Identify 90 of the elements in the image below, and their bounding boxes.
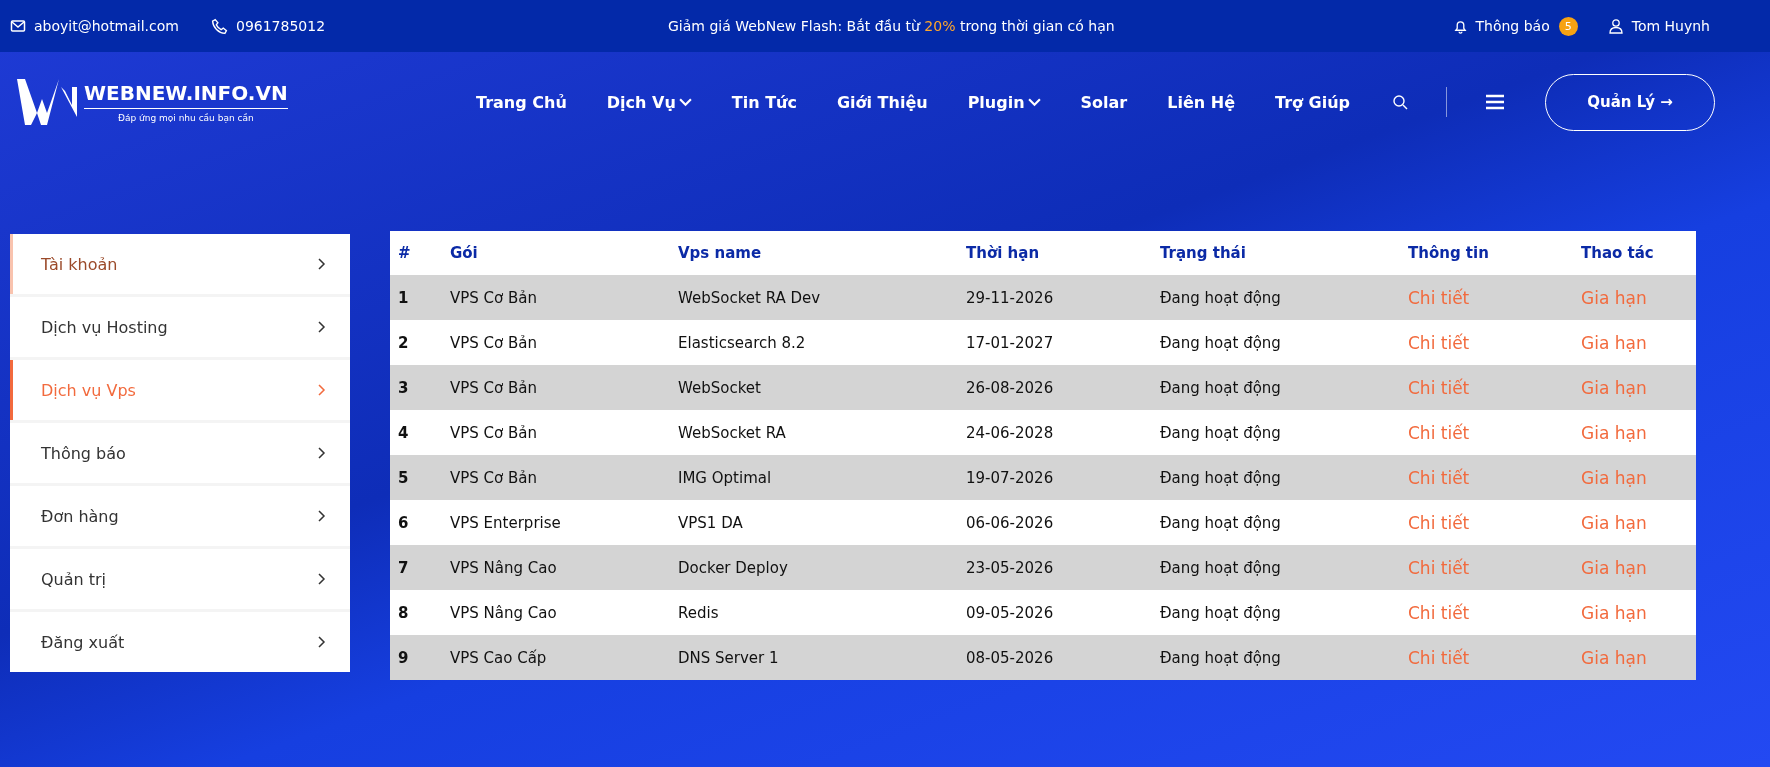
logo-icon xyxy=(16,79,78,125)
table-cell: VPS Cơ Bản xyxy=(442,410,670,455)
menu-icon[interactable] xyxy=(1485,94,1506,110)
table-cell: VPS1 DA xyxy=(670,500,958,545)
nav-link[interactable]: Trợ Giúp xyxy=(1275,92,1351,112)
nav-link[interactable]: Liên Hệ xyxy=(1167,92,1235,112)
column-header: Vps name xyxy=(670,231,958,275)
table-cell: VPS Cơ Bản xyxy=(442,365,670,410)
table-cell: 3 xyxy=(390,365,442,410)
sidebar-item[interactable]: Thông báo xyxy=(10,423,350,483)
table-cell: WebSocket xyxy=(670,365,958,410)
table-cell: VPS Cơ Bản xyxy=(442,320,670,365)
table-cell: VPS Nâng Cao xyxy=(442,590,670,635)
table-cell: 19-07-2026 xyxy=(958,455,1152,500)
chevron-right-icon xyxy=(318,573,326,585)
nav-link[interactable]: Trang Chủ xyxy=(476,92,567,112)
table-cell: VPS Cơ Bản xyxy=(442,275,670,320)
chevron-right-icon xyxy=(318,510,326,522)
table-cell: Docker Deploy xyxy=(670,545,958,590)
notification-count: 5 xyxy=(1558,16,1578,36)
phone-link[interactable]: 0961785012 xyxy=(236,18,326,34)
column-header: Thời hạn xyxy=(958,231,1152,275)
promo-text: Giảm giá WebNew Flash: Bắt đầu từ 20% trong thời gian có hạn xyxy=(668,18,1116,34)
table-cell: IMG Optimal xyxy=(670,455,958,500)
search-icon[interactable] xyxy=(1392,94,1409,110)
table-cell: VPS Cao Cấp xyxy=(442,635,670,680)
table-cell: 6 xyxy=(390,500,442,545)
nav-link[interactable]: Solar xyxy=(1080,92,1128,112)
column-header: Thông tin xyxy=(1400,231,1573,275)
sidebar-item[interactable]: Đăng xuất xyxy=(10,612,350,672)
table-cell: WebSocket RA xyxy=(670,410,958,455)
table-cell: 17-01-2027 xyxy=(958,320,1152,365)
sidebar-item[interactable]: Tài khoản xyxy=(10,234,350,294)
user-icon xyxy=(1607,18,1624,34)
table-cell: Redis xyxy=(670,590,958,635)
nav-link[interactable]: Plugin xyxy=(967,92,1041,112)
table-cell: VPS Nâng Cao xyxy=(442,545,670,590)
table-cell: 29-11-2026 xyxy=(958,275,1152,320)
table-cell: 4 xyxy=(390,410,442,455)
table-cell: 1 xyxy=(390,275,442,320)
sidebar-item[interactable]: Quản trị xyxy=(10,549,350,609)
table-cell: Đang hoạt động xyxy=(1152,500,1400,545)
bell-icon xyxy=(1452,18,1468,34)
column-header: Thao tác xyxy=(1573,231,1696,275)
email-link[interactable]: aboyit@hotmail.com xyxy=(34,18,179,34)
sidebar-item[interactable]: Dịch vụ Hosting xyxy=(10,297,350,357)
notifications-link[interactable]: Thông báo xyxy=(1475,18,1550,34)
nav-link[interactable]: Giới Thiệu xyxy=(836,92,928,112)
chevron-right-icon xyxy=(318,321,326,333)
table-cell: 24-06-2028 xyxy=(958,410,1152,455)
chevron-down-icon xyxy=(1027,97,1041,107)
table-cell: Đang hoạt động xyxy=(1152,410,1400,455)
chevron-right-icon xyxy=(318,258,326,270)
table-cell: Đang hoạt động xyxy=(1152,545,1400,590)
table-cell: Đang hoạt động xyxy=(1152,635,1400,680)
table-cell: Elasticsearch 8.2 xyxy=(670,320,958,365)
table-cell: 23-05-2026 xyxy=(958,545,1152,590)
column-header: Trạng thái xyxy=(1152,231,1400,275)
table-cell: 08-05-2026 xyxy=(958,635,1152,680)
nav-link[interactable]: Dịch Vụ xyxy=(606,92,692,112)
table-cell: 26-08-2026 xyxy=(958,365,1152,410)
table-cell: WebSocket RA Dev xyxy=(670,275,958,320)
table-cell: Đang hoạt động xyxy=(1152,455,1400,500)
table-cell: Đang hoạt động xyxy=(1152,365,1400,410)
column-header: # xyxy=(390,231,442,275)
chevron-right-icon xyxy=(318,384,326,396)
phone-icon xyxy=(211,17,228,35)
table-cell: DNS Server 1 xyxy=(670,635,958,680)
table-cell: 06-06-2026 xyxy=(958,500,1152,545)
table-cell: Đang hoạt động xyxy=(1152,590,1400,635)
table-cell: 09-05-2026 xyxy=(958,590,1152,635)
nav-link[interactable]: Tin Tức xyxy=(731,92,797,112)
logo-tagline: Đáp ứng mọi nhu cầu bạn cần xyxy=(117,113,255,123)
table-cell: 2 xyxy=(390,320,442,365)
table-cell: 9 xyxy=(390,635,442,680)
user-link[interactable]: Tom Huynh xyxy=(1631,18,1710,34)
table-cell: 5 xyxy=(390,455,442,500)
table-cell: Đang hoạt động xyxy=(1152,275,1400,320)
column-header: Gói xyxy=(442,231,670,275)
mail-icon xyxy=(10,18,26,34)
table-cell: Đang hoạt động xyxy=(1152,320,1400,365)
chevron-right-icon xyxy=(318,636,326,648)
sidebar-item[interactable]: Đơn hàng xyxy=(10,486,350,546)
table-cell: VPS Enterprise xyxy=(442,500,670,545)
table-cell: VPS Cơ Bản xyxy=(442,455,670,500)
logo-title: WEBNEW.INFO.VN xyxy=(84,81,288,109)
chevron-down-icon xyxy=(678,97,692,107)
table-cell: 7 xyxy=(390,545,442,590)
table-cell: 8 xyxy=(390,590,442,635)
chevron-right-icon xyxy=(318,447,326,459)
